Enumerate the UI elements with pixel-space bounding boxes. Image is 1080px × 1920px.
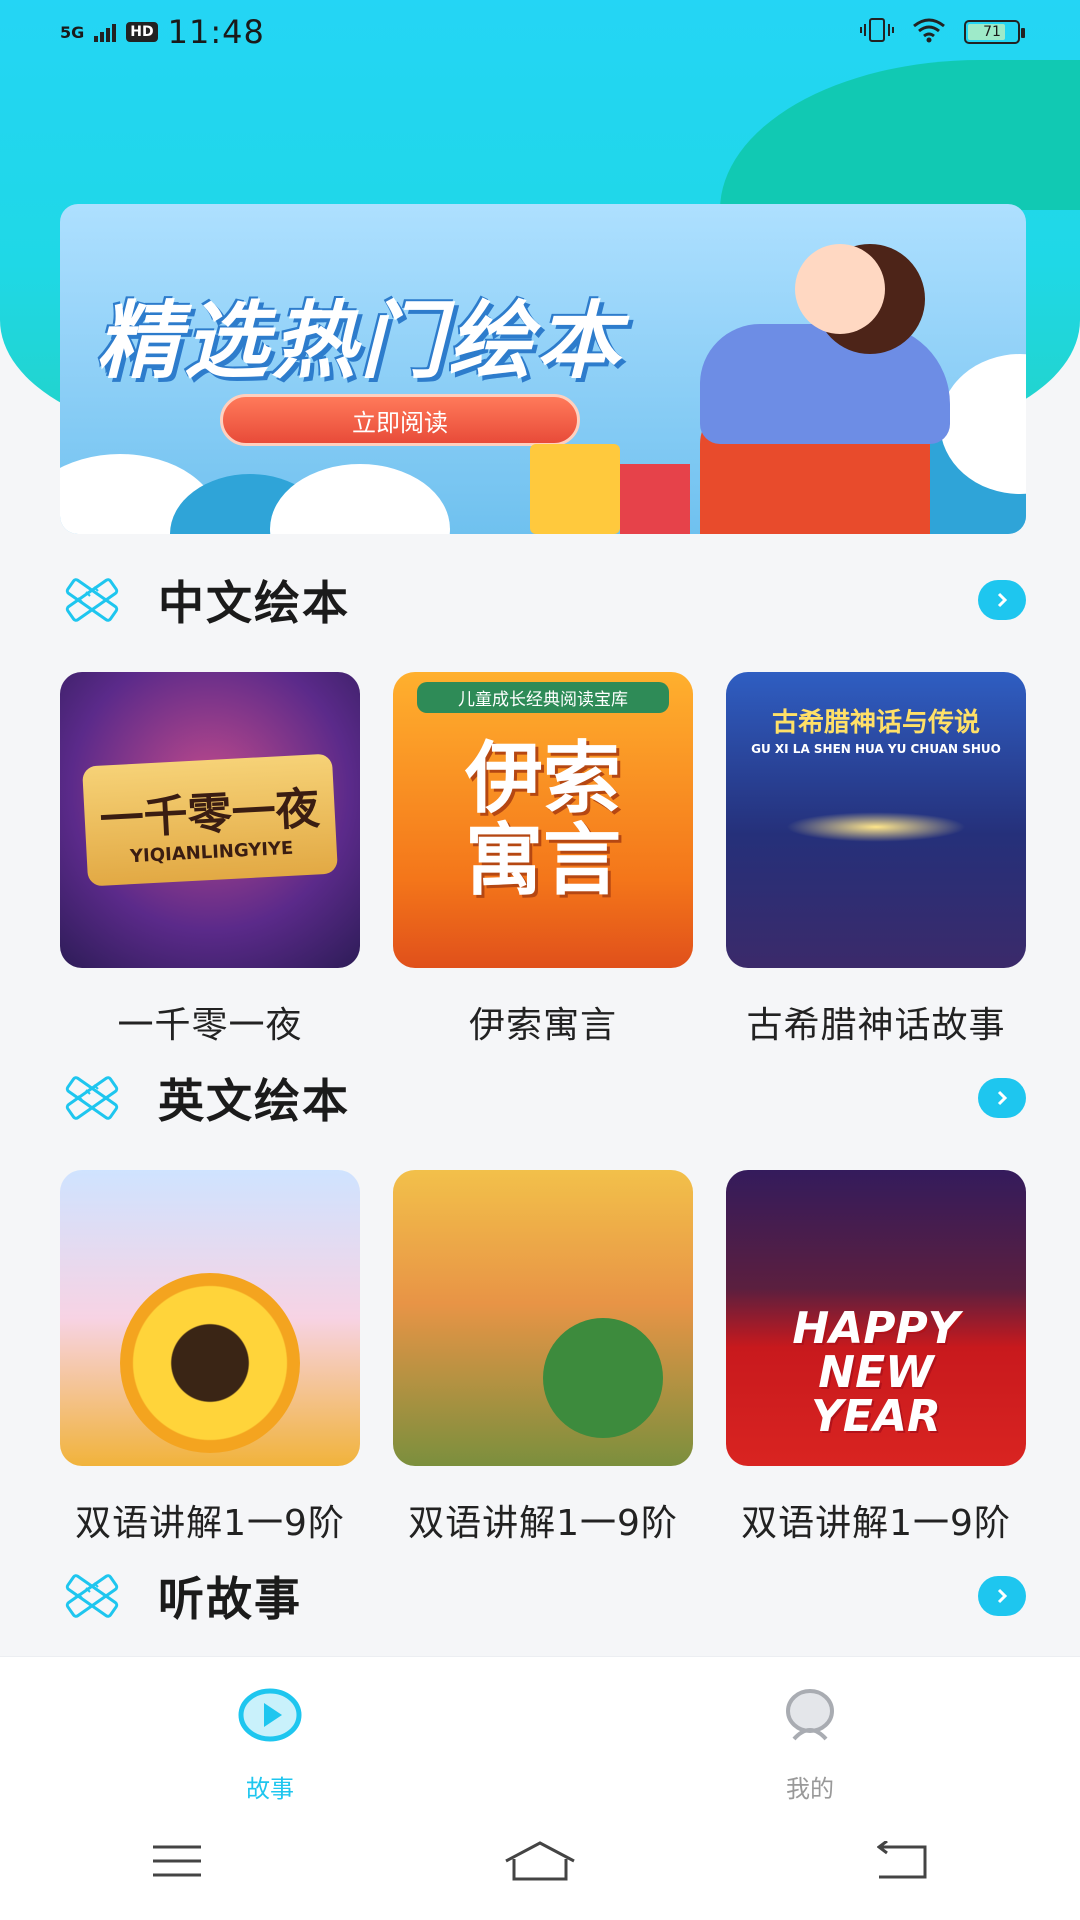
book-title[interactable]: 双语讲解1一9阶 [393, 1494, 693, 1546]
cover-title: 伊索寓言 [464, 733, 621, 906]
bottom-tab-bar: 故事 我的 [0, 1656, 1080, 1806]
system-navigation-bar [0, 1806, 1080, 1920]
signal-icon [94, 15, 117, 50]
read-now-button[interactable]: 立即阅读 [220, 394, 580, 446]
back-icon[interactable] [876, 1839, 929, 1885]
book-card[interactable]: 儿童成长经典阅读宝库 伊索寓言 伊索寓言 [393, 672, 693, 1048]
wave-decoration [270, 464, 450, 534]
home-icon[interactable] [504, 1841, 576, 1885]
cover-subtitle: GU XI LA SHEN HUA YU CHUAN SHUO [751, 742, 1001, 756]
cover-plant-illustration [543, 1318, 663, 1438]
book-title[interactable]: 双语讲解1一9阶 [60, 1494, 360, 1546]
tab-story[interactable]: 故事 [0, 1657, 540, 1806]
book-card[interactable]: 一千零一夜 YIQIANLINGYIYE 一千零一夜 [60, 672, 360, 1048]
book-cover[interactable]: 古希腊神话与传说 GU XI LA SHEN HUA YU CHUAN SHUO [726, 672, 1026, 968]
play-circle-icon [237, 1687, 303, 1747]
section-header-chinese[interactable]: 中文绘本 [60, 560, 1026, 640]
book-cover[interactable]: 一千零一夜 YIQIANLINGYIYE [60, 672, 360, 968]
more-button[interactable] [978, 580, 1026, 620]
cover-sunflower-illustration [120, 1273, 300, 1453]
book-cover[interactable] [393, 1170, 693, 1466]
cover-scroll: 一千零一夜 YIQIANLINGYIYE [82, 753, 338, 887]
book-stack-illustration [530, 444, 620, 534]
section-title: 英文绘本 [158, 1074, 350, 1128]
chevron-right-icon [997, 1090, 1008, 1106]
battery-indicator: 71 [964, 20, 1025, 44]
wifi-icon [912, 17, 946, 47]
promo-banner[interactable]: 精选热门绘本 立即阅读 [60, 204, 1026, 534]
vibrate-icon [860, 17, 894, 47]
pencil-ruler-icon [60, 1568, 124, 1624]
clock: 11:48 [167, 13, 265, 51]
hd-badge: HD [126, 22, 158, 42]
chinese-books-row: 一千零一夜 YIQIANLINGYIYE 一千零一夜 儿童成长经典阅读宝库 伊索… [60, 672, 1026, 1048]
more-button[interactable] [978, 1078, 1026, 1118]
chevron-right-icon [997, 1588, 1008, 1604]
book-title[interactable]: 伊索寓言 [393, 996, 693, 1048]
book-title[interactable]: 一千零一夜 [60, 996, 360, 1048]
battery-level: 71 [983, 24, 1001, 40]
menu-icon[interactable] [151, 1843, 203, 1883]
book-card[interactable]: 古希腊神话与传说 GU XI LA SHEN HUA YU CHUAN SHUO… [726, 672, 1026, 1048]
cover-series-label: 儿童成长经典阅读宝库 [417, 682, 669, 713]
book-cover[interactable] [60, 1170, 360, 1466]
cover-title: 古希腊神话与传说 [771, 708, 980, 738]
tab-label: 我的 [786, 1775, 834, 1803]
english-books-row: 双语讲解1一9阶 双语讲解1一9阶 HAPPY NEW YEAR 双语讲解1一9… [60, 1170, 1026, 1546]
book-title[interactable]: 古希腊神话故事 [726, 996, 1026, 1048]
network-indicator: 5G [60, 22, 85, 42]
section-header-english[interactable]: 英文绘本 [60, 1058, 1026, 1138]
section-title: 中文绘本 [158, 576, 350, 630]
girl-illustration-body [700, 324, 950, 444]
tab-mine[interactable]: 我的 [540, 1657, 1080, 1806]
book-cover[interactable]: 儿童成长经典阅读宝库 伊索寓言 [393, 672, 693, 968]
book-card[interactable]: 双语讲解1一9阶 [60, 1170, 360, 1546]
cover-glow-decoration [786, 812, 966, 842]
section-title: 听故事 [158, 1572, 302, 1626]
book-title[interactable]: 双语讲解1一9阶 [726, 1494, 1026, 1546]
chevron-right-icon [997, 592, 1008, 608]
more-button[interactable] [978, 1576, 1026, 1616]
book-card[interactable]: HAPPY NEW YEAR 双语讲解1一9阶 [726, 1170, 1026, 1546]
book-card[interactable]: 双语讲解1一9阶 [393, 1170, 693, 1546]
pencil-ruler-icon [60, 1070, 124, 1126]
cover-title: HAPPY NEW YEAR [792, 1303, 960, 1442]
header-hill-decoration [720, 60, 1080, 210]
banner-title: 精选热门绘本 [96, 292, 625, 390]
section-header-listen[interactable]: 听故事 [60, 1556, 1026, 1636]
girl-illustration-head [795, 244, 885, 334]
cover-title: 一千零一夜 [98, 782, 321, 846]
tab-label: 故事 [246, 1775, 294, 1803]
user-icon [782, 1687, 838, 1747]
pencil-ruler-icon [60, 572, 124, 628]
book-cover[interactable]: HAPPY NEW YEAR [726, 1170, 1026, 1466]
status-bar: 5G HD 11:48 71 [0, 0, 1080, 64]
